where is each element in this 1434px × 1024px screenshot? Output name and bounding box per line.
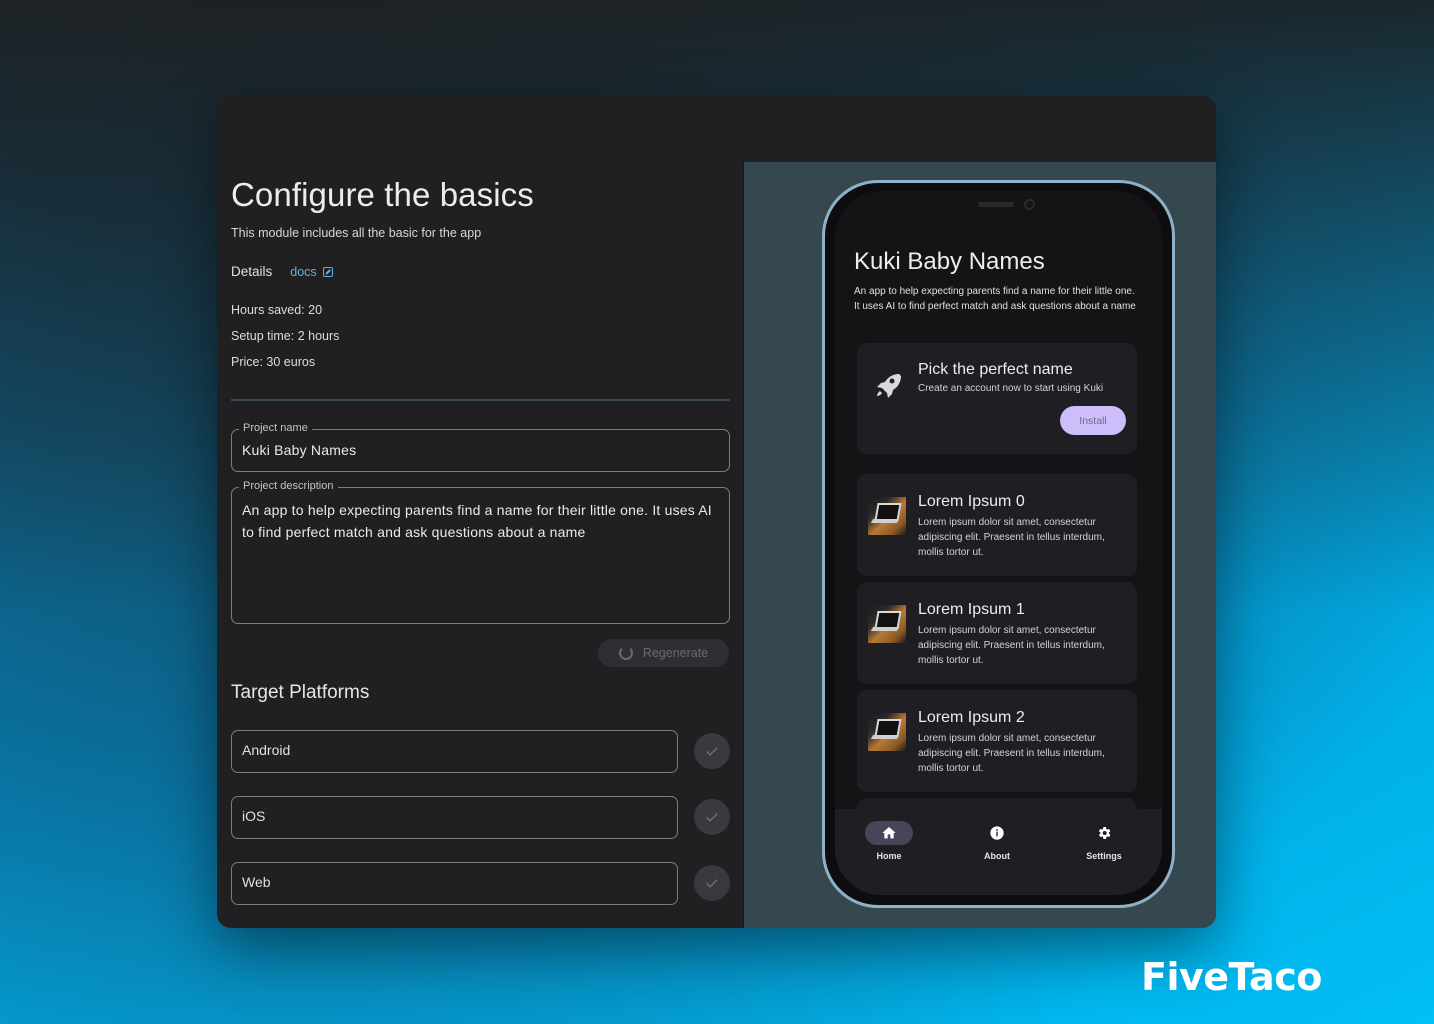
docs-link-label: docs [290, 264, 317, 279]
details-row: Details docs [231, 264, 333, 279]
list-item-title: Lorem Ipsum 0 [918, 493, 1025, 510]
bottom-nav: Home About Settings [835, 809, 1162, 895]
home-icon [882, 827, 896, 839]
nav-settings-pill [1080, 821, 1128, 845]
regenerate-button[interactable]: Regenerate [598, 639, 729, 667]
rocket-icon [877, 374, 901, 398]
phone-camera [1024, 199, 1035, 210]
list-item[interactable]: Lorem Ipsum 2 Lorem ipsum dolor sit amet… [857, 690, 1137, 792]
project-description-input[interactable]: Project description An app to help expec… [231, 480, 730, 624]
nav-settings-label: Settings [1086, 851, 1122, 861]
regenerate-label: Regenerate [642, 646, 709, 660]
platform-name: Android [242, 742, 291, 758]
app-title: Kuki Baby Names [854, 248, 1045, 275]
refresh-icon [618, 646, 633, 660]
platform-android-check-button[interactable] [694, 733, 730, 769]
nav-home-label: Home [876, 851, 902, 861]
nav-about-pill [973, 821, 1021, 845]
page-subtitle: This module includes all the basic for t… [231, 226, 482, 240]
hero-card: Pick the perfect name Create an account … [857, 343, 1137, 454]
install-button[interactable]: Install [1060, 406, 1126, 435]
list-item[interactable]: Lorem Ipsum 0 Lorem ipsum dolor sit amet… [857, 474, 1137, 576]
nav-settings[interactable]: Settings [1069, 821, 1139, 861]
laptop-thumbnail [868, 497, 906, 535]
nav-home-pill [865, 821, 913, 845]
gear-icon [1098, 827, 1111, 839]
platform-ios-check-button[interactable] [694, 799, 730, 835]
list-item-body: Lorem ipsum dolor sit amet, consectetur … [918, 517, 1105, 558]
platform-ios-field[interactable]: iOS [231, 796, 678, 839]
nav-home[interactable]: Home [854, 821, 924, 861]
page-title: Configure the basics [231, 176, 534, 213]
hours-saved: Hours saved: 20 [231, 303, 323, 317]
nav-about[interactable]: About [962, 821, 1032, 861]
preview-panel: Kuki Baby Names An app to help expecting… [743, 162, 1216, 928]
price: Price: 30 euros [231, 355, 316, 369]
project-description-label: Project description [239, 480, 338, 492]
platform-name: Web [242, 874, 271, 890]
phone-screen: Kuki Baby Names An app to help expecting… [835, 191, 1162, 895]
docs-link[interactable]: docs [290, 264, 333, 279]
details-label: Details [231, 264, 273, 279]
app-window: Configure the basics This module include… [217, 96, 1216, 928]
platform-name: iOS [242, 808, 266, 824]
list-item[interactable]: Lorem Ipsum 1 Lorem ipsum dolor sit amet… [857, 582, 1137, 684]
phone-mockup: Kuki Baby Names An app to help expecting… [822, 180, 1175, 908]
setup-time: Setup time: 2 hours [231, 329, 340, 343]
target-platforms-title: Target Platforms [231, 682, 370, 703]
app-description: An app to help expecting parents find a … [854, 286, 1136, 312]
check-icon [706, 879, 718, 888]
config-panel: Configure the basics This module include… [217, 162, 743, 928]
platform-web-field[interactable]: Web [231, 862, 678, 905]
info-icon [990, 826, 1004, 840]
brand-logo: FiveTaco [1141, 955, 1322, 999]
laptop-thumbnail [868, 713, 906, 751]
check-icon [706, 747, 718, 756]
platform-android-field[interactable]: Android [231, 730, 678, 773]
check-icon [706, 813, 718, 822]
platform-web-check-button[interactable] [694, 865, 730, 901]
list-item-body: Lorem ipsum dolor sit amet, consectetur … [918, 733, 1105, 774]
hero-subtitle: Create an account now to start using Kuk… [918, 383, 1104, 394]
project-description-value: An app to help expecting parents find a … [242, 502, 712, 540]
project-name-value: Kuki Baby Names [242, 442, 357, 458]
nav-about-label: About [984, 851, 1010, 861]
laptop-thumbnail [868, 605, 906, 643]
list-item-title: Lorem Ipsum 1 [918, 601, 1025, 618]
list-item-title: Lorem Ipsum 2 [918, 709, 1025, 726]
phone-speaker [978, 202, 1014, 207]
list-item-body: Lorem ipsum dolor sit amet, consectetur … [918, 625, 1105, 666]
hero-title: Pick the perfect name [918, 361, 1073, 378]
divider [231, 399, 730, 401]
project-name-input[interactable]: Project name Kuki Baby Names [231, 422, 730, 472]
project-name-label: Project name [239, 422, 312, 434]
external-link-icon [322, 266, 333, 277]
